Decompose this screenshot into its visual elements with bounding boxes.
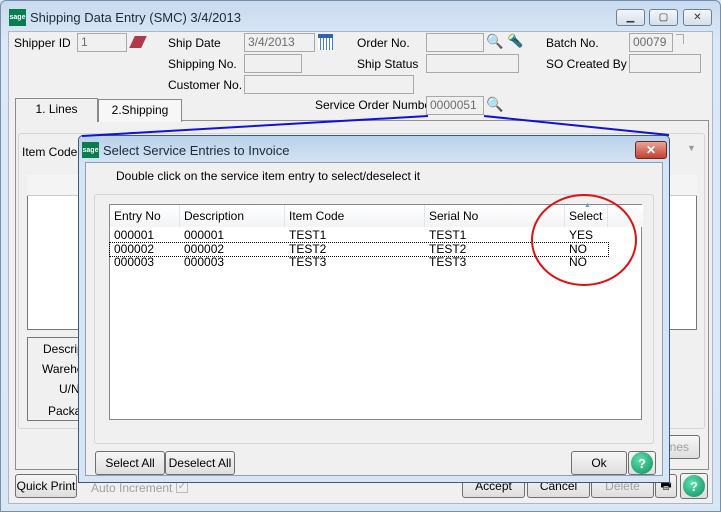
highlight-circle [531, 194, 637, 286]
callout-line-right [483, 115, 670, 136]
annotation-overlay [81, 115, 670, 286]
callout-line-left [81, 115, 429, 137]
